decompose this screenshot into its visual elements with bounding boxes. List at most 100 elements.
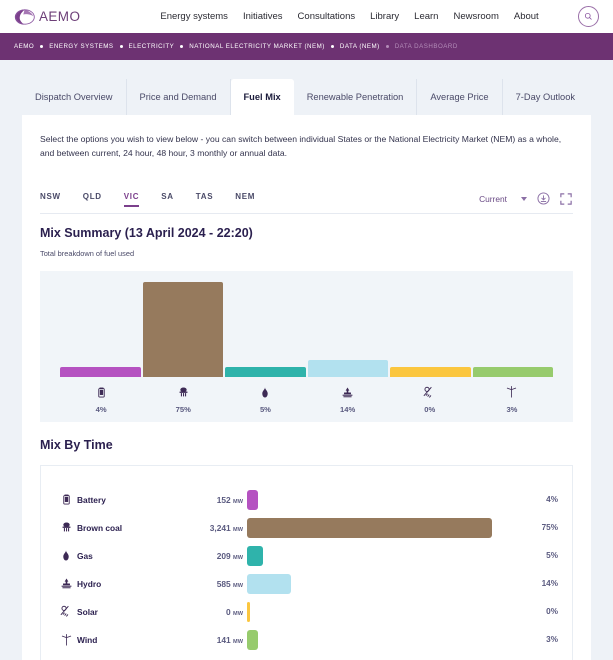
region-tab-qld[interactable]: QLD: [83, 192, 102, 206]
row-label-gas: Gas: [77, 550, 93, 561]
breadcrumb: AEMO ENERGY SYSTEMS ELECTRICITY NATIONAL…: [0, 33, 613, 60]
breadcrumb-separator-dot-icon: [180, 45, 184, 48]
summary-bar-fill: [472, 366, 553, 377]
row-unit: MW: [233, 526, 243, 533]
summary-bar-gas[interactable]: [225, 366, 306, 377]
region-tab-tas[interactable]: TAS: [196, 192, 214, 206]
row-percentage-hydro: 14%: [541, 579, 558, 589]
row-unit: MW: [233, 582, 243, 589]
mix-by-time-table: Battery 152 MW 4% Brown coal 3,241 MW 75% Gas 2…: [40, 464, 573, 660]
tab-average-price[interactable]: Average Price: [417, 79, 503, 115]
table-row[interactable]: Brown coal 3,241 MW 75%: [55, 514, 558, 542]
gas-flame-icon: [260, 386, 270, 399]
summary-legend-battery: 4%: [60, 386, 142, 414]
row-percentage-brown-coal: 75%: [541, 523, 558, 533]
coal-icon: [177, 386, 190, 399]
row-bar-track-wind: [247, 629, 506, 650]
tab-dispatch-overview[interactable]: Dispatch Overview: [22, 79, 127, 115]
wind-turbine-icon: [55, 633, 77, 647]
nav-item-library[interactable]: Library: [370, 11, 399, 22]
row-percentage-gas: 5%: [546, 551, 558, 561]
breadcrumb-item-electricity[interactable]: ELECTRICITY: [129, 43, 175, 50]
table-row[interactable]: Solar 0 MW 0%: [55, 598, 558, 626]
table-row[interactable]: Hydro 585 MW 14%: [55, 570, 558, 598]
summary-bar-brown-coal[interactable]: [142, 281, 223, 377]
nav-item-newsroom[interactable]: Newsroom: [453, 11, 498, 22]
row-label-battery: Battery: [77, 494, 106, 505]
region-tab-nsw[interactable]: NSW: [40, 192, 61, 206]
breadcrumb-item-energy-systems[interactable]: ENERGY SYSTEMS: [49, 43, 113, 50]
aemo-swoosh-logo-icon: [14, 8, 36, 26]
row-label-hydro: Hydro: [77, 578, 102, 589]
row-bar-fill[interactable]: [247, 629, 258, 650]
tab-7-day-outlook[interactable]: 7-Day Outlook: [503, 79, 588, 115]
summary-legend-percentage: 4%: [95, 404, 107, 414]
summary-bar-wind[interactable]: [472, 366, 553, 377]
region-selector: NSW QLD VIC SA TAS NEM Current: [40, 192, 573, 214]
nav-item-energy-systems[interactable]: Energy systems: [160, 11, 228, 22]
search-button[interactable]: [578, 6, 599, 27]
table-row[interactable]: Gas 209 MW 5%: [55, 542, 558, 570]
breadcrumb-item-data-dashboard: DATA DASHBOARD: [394, 43, 458, 50]
panel-intro-text: Select the options you wish to view belo…: [40, 134, 562, 158]
nav-item-initiatives[interactable]: Initiatives: [243, 11, 283, 22]
row-bar-track-solar: [247, 601, 506, 622]
nav-item-about[interactable]: About: [514, 11, 539, 22]
summary-legend-percentage: 14%: [340, 404, 356, 414]
nav-item-consultations[interactable]: Consultations: [298, 11, 356, 22]
breadcrumb-separator-dot-icon: [119, 45, 123, 48]
row-bar-track-battery: [247, 489, 506, 510]
region-tab-nem[interactable]: NEM: [235, 192, 255, 206]
period-dropdown[interactable]: Current: [479, 194, 527, 204]
table-row[interactable]: Battery 152 MW 4%: [55, 486, 558, 514]
row-percentage-battery: 4%: [546, 495, 558, 505]
download-icon: [537, 192, 550, 205]
row-bar-fill[interactable]: [247, 545, 263, 566]
main-navigation: Energy systems Initiatives Consultations…: [160, 11, 538, 22]
row-bar-fill[interactable]: [247, 489, 258, 510]
summary-legend-hydro: 14%: [307, 386, 389, 414]
summary-bar-fill: [390, 366, 471, 377]
fullscreen-button[interactable]: [560, 192, 573, 206]
row-value-gas: 209 MW: [216, 550, 243, 561]
table-row[interactable]: Wind 141 MW 3%: [55, 626, 558, 654]
hydro-dam-icon: [55, 577, 77, 590]
tab-price-and-demand[interactable]: Price and Demand: [127, 79, 231, 115]
site-header: AEMO Energy systems Initiatives Consulta…: [0, 0, 613, 33]
coal-icon: [55, 521, 77, 534]
row-bar-fill[interactable]: [247, 601, 250, 622]
row-bar-fill[interactable]: [247, 573, 291, 594]
wind-turbine-icon: [506, 386, 517, 399]
battery-icon: [96, 386, 107, 399]
summary-legend-brown-coal: 75%: [142, 386, 224, 414]
battery-icon: [55, 493, 77, 506]
breadcrumb-item-aemo[interactable]: AEMO: [14, 43, 34, 50]
summary-legend-gas: 5%: [224, 386, 306, 414]
region-tab-sa[interactable]: SA: [161, 192, 174, 206]
tab-renewable-penetration[interactable]: Renewable Penetration: [294, 79, 418, 115]
row-bar-fill[interactable]: [247, 517, 492, 538]
tab-fuel-mix[interactable]: Fuel Mix: [230, 79, 294, 115]
breadcrumb-item-data-nem[interactable]: DATA (NEM): [340, 43, 380, 50]
fuel-mix-panel: Select the options you wish to view belo…: [22, 115, 591, 660]
summary-bar-hydro[interactable]: [307, 359, 388, 377]
summary-legend-percentage: 5%: [259, 404, 271, 414]
aemo-logo[interactable]: AEMO: [14, 8, 80, 26]
summary-bar-group: [60, 279, 553, 377]
download-button[interactable]: [537, 192, 550, 205]
row-label-solar: Solar: [77, 606, 98, 617]
row-percentage-solar: 0%: [546, 607, 558, 617]
region-tab-vic[interactable]: VIC: [123, 192, 140, 207]
summary-bar-battery[interactable]: [60, 366, 141, 377]
nav-item-learn[interactable]: Learn: [414, 11, 438, 22]
summary-bar-solar[interactable]: [390, 366, 471, 377]
fullscreen-icon: [560, 193, 572, 206]
solar-icon: [55, 605, 77, 618]
row-percentage-wind: 3%: [546, 635, 558, 645]
solar-icon: [423, 386, 436, 399]
mix-by-time-title: Mix By Time: [40, 437, 113, 452]
mix-summary-title: Mix Summary (13 April 2024 - 22:20): [40, 225, 253, 240]
mix-summary-chart: 4% 75% 5% 14% 0% 3%: [40, 270, 573, 422]
summary-bar-fill: [307, 359, 388, 377]
breadcrumb-item-nem[interactable]: NATIONAL ELECTRICITY MARKET (NEM): [189, 43, 325, 50]
